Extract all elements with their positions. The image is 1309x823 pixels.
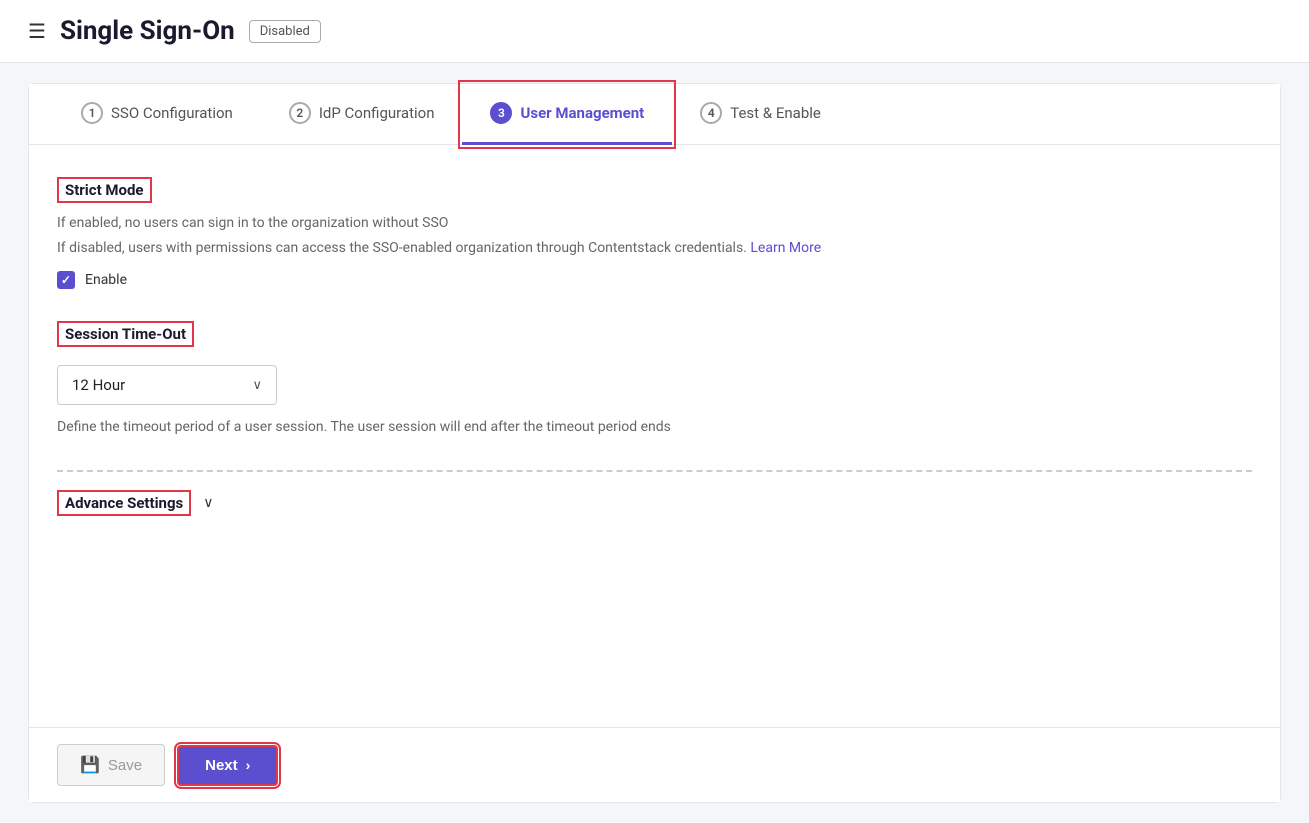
footer: 💾 Save Next › <box>29 727 1280 802</box>
tab-idp-config[interactable]: 2 IdP Configuration <box>261 84 463 145</box>
save-button[interactable]: 💾 Save <box>57 744 165 786</box>
tab-number-3: 3 <box>490 102 512 124</box>
next-label: Next <box>205 757 238 774</box>
session-timeout-value: 12 Hour <box>72 376 240 394</box>
learn-more-link[interactable]: Learn More <box>750 240 821 256</box>
advance-settings-section: Advance Settings ∨ <box>57 470 1252 516</box>
tab-number-2: 2 <box>289 102 311 124</box>
page-title: Single Sign-On <box>60 16 235 46</box>
strict-mode-desc2: If disabled, users with permissions can … <box>57 238 1252 259</box>
tab-label-user-mgmt: User Management <box>520 104 644 122</box>
tab-number-4: 4 <box>700 102 722 124</box>
status-badge: Disabled <box>249 20 321 43</box>
tab-label-idp-config: IdP Configuration <box>319 104 435 122</box>
next-button[interactable]: Next › <box>177 745 278 786</box>
tab-label-test-enable: Test & Enable <box>730 104 821 122</box>
session-timeout-title: Session Time-Out <box>57 321 194 347</box>
hamburger-icon[interactable]: ☰ <box>28 19 46 43</box>
next-chevron-icon: › <box>246 757 251 773</box>
strict-mode-desc1: If enabled, no users can sign in to the … <box>57 213 1252 234</box>
tab-sso-config[interactable]: 1 SSO Configuration <box>53 84 261 145</box>
save-icon: 💾 <box>80 755 100 775</box>
tab-number-1: 1 <box>81 102 103 124</box>
chevron-down-icon: ∨ <box>252 378 262 393</box>
enable-checkbox[interactable] <box>57 271 75 289</box>
content-area: Strict Mode If enabled, no users can sig… <box>29 145 1280 727</box>
session-timeout-dropdown[interactable]: 12 Hour ∨ <box>57 365 277 405</box>
session-timeout-section: Session Time-Out 12 Hour ∨ Define the ti… <box>57 321 1252 438</box>
page-container: ☰ Single Sign-On Disabled 1 SSO Configur… <box>0 0 1309 823</box>
strict-mode-title: Strict Mode <box>57 177 152 203</box>
tabs-container: 1 SSO Configuration 2 IdP Configuration … <box>29 84 1280 145</box>
strict-mode-section: Strict Mode If enabled, no users can sig… <box>57 177 1252 289</box>
tab-label-sso-config: SSO Configuration <box>111 104 233 122</box>
tab-user-mgmt[interactable]: 3 User Management <box>462 84 672 145</box>
advance-settings-title[interactable]: Advance Settings <box>57 490 191 516</box>
session-timeout-desc: Define the timeout period of a user sess… <box>57 417 1252 438</box>
tab-test-enable[interactable]: 4 Test & Enable <box>672 84 849 145</box>
main-card: 1 SSO Configuration 2 IdP Configuration … <box>28 83 1281 803</box>
save-label: Save <box>108 757 142 774</box>
enable-label: Enable <box>85 272 127 288</box>
advance-settings-chevron-icon: ∨ <box>203 495 213 511</box>
enable-checkbox-row: Enable <box>57 271 1252 289</box>
page-header: ☰ Single Sign-On Disabled <box>0 0 1309 63</box>
